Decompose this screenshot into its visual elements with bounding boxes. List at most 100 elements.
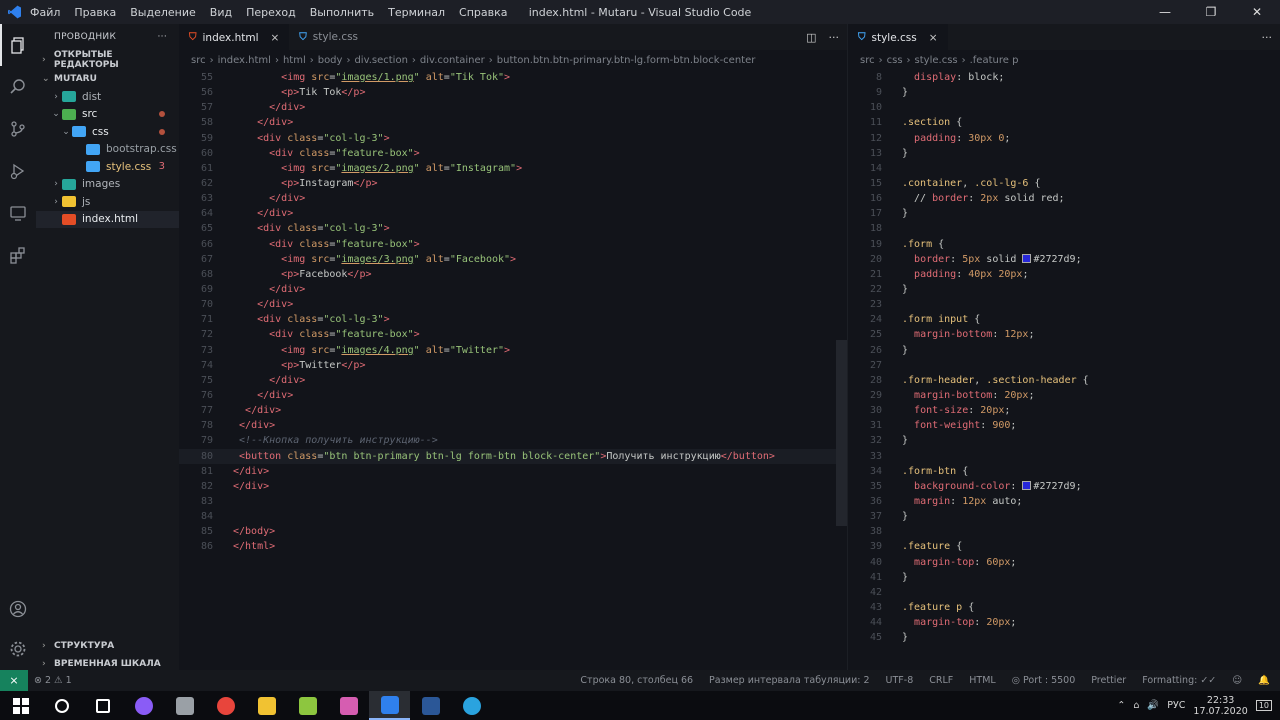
menu-item[interactable]: Файл [30, 6, 60, 19]
split-editor-icon[interactable]: ◫ [806, 31, 816, 44]
code-line[interactable]: 15 .container, .col-lg-6 { [848, 176, 1280, 191]
code-line[interactable]: 76 </div> [179, 388, 847, 403]
code-line[interactable]: 36 margin: 12px auto; [848, 494, 1280, 509]
code-line[interactable]: 35 background-color: #2727d9; [848, 479, 1280, 494]
tree-item[interactable]: index.html [36, 210, 179, 228]
editor-scrollbar[interactable] [836, 340, 847, 526]
problems-indicator[interactable]: ⊗ 2 ⚠ 1 [34, 675, 72, 686]
code-line[interactable]: 31 font-weight: 900; [848, 418, 1280, 433]
code-line[interactable]: 78 </div> [179, 418, 847, 433]
more-actions-icon[interactable]: ··· [1262, 31, 1273, 44]
minimize-button[interactable]: — [1142, 0, 1188, 24]
code-line[interactable]: 75 </div> [179, 373, 847, 388]
search-icon[interactable] [0, 66, 36, 108]
code-line[interactable]: 79 <!--Кнопка получить инструкцию--> [179, 433, 847, 448]
settings-gear-icon[interactable] [0, 628, 36, 670]
structure-section[interactable]: › СТРУКТУРА [36, 636, 179, 655]
code-line[interactable]: 69 </div> [179, 282, 847, 297]
code-line[interactable]: 44 margin-top: 20px; [848, 615, 1280, 630]
code-line[interactable]: 33 [848, 449, 1280, 464]
menu-item[interactable]: Терминал [388, 6, 445, 19]
telegram-icon[interactable] [451, 691, 492, 720]
code-line[interactable]: 77 </div> [179, 403, 847, 418]
code-editor[interactable]: 8 display: block; 9} 10 11 .section {12 padd… [848, 70, 1280, 645]
breadcrumb-item[interactable]: html [283, 55, 306, 66]
task-view-icon[interactable] [82, 691, 123, 720]
more-actions-icon[interactable]: ··· [829, 31, 840, 44]
code-line[interactable]: 43 .feature p { [848, 600, 1280, 615]
code-line[interactable]: 59 <div class="col-lg-3"> [179, 131, 847, 146]
code-line[interactable]: 86 </html> [179, 539, 847, 554]
code-line[interactable]: 24 .form input { [848, 312, 1280, 327]
photos-icon[interactable] [164, 691, 205, 720]
code-line[interactable]: 13} [848, 146, 1280, 161]
run-debug-icon[interactable] [0, 150, 36, 192]
status-item[interactable]: Formatting: ✓✓ [1142, 675, 1216, 686]
status-item[interactable]: ◎ Port : 5500 [1012, 675, 1076, 686]
code-line[interactable]: 70 </div> [179, 297, 847, 312]
code-line[interactable]: 84 [179, 509, 847, 524]
alice-icon[interactable] [123, 691, 164, 720]
search-icon[interactable] [41, 691, 82, 720]
code-line[interactable]: 85 </body> [179, 524, 847, 539]
code-line[interactable]: 17} [848, 206, 1280, 221]
code-line[interactable]: 45} [848, 630, 1280, 645]
close-window-button[interactable]: ✕ [1234, 0, 1280, 24]
code-line[interactable]: 34 .form-btn { [848, 464, 1280, 479]
code-line[interactable]: 11 .section { [848, 115, 1280, 130]
source-control-icon[interactable] [0, 108, 36, 150]
windows-start-icon[interactable] [0, 691, 41, 720]
status-item[interactable]: HTML [969, 675, 995, 686]
code-line[interactable]: 28 .form-header, .section-header { [848, 373, 1280, 388]
code-line[interactable]: 56 <p>Tik Tok</p> [179, 85, 847, 100]
code-line[interactable]: 64 </div> [179, 206, 847, 221]
menu-item[interactable]: Правка [74, 6, 116, 19]
code-line[interactable]: 72 <div class="feature-box"> [179, 327, 847, 342]
menu-item[interactable]: Переход [246, 6, 296, 19]
menu-item[interactable]: Выполнить [310, 6, 374, 19]
extensions-icon[interactable] [0, 234, 36, 276]
status-item[interactable]: Prettier [1091, 675, 1126, 686]
clock[interactable]: 22:33 17.07.2020 [1193, 695, 1247, 717]
status-item[interactable]: ☺ [1232, 675, 1242, 686]
tree-item[interactable]: ⌄ css [36, 123, 179, 141]
code-line[interactable]: 9} [848, 85, 1280, 100]
code-line[interactable]: 82 </div> [179, 479, 847, 494]
breadcrumb-item[interactable]: .feature p [970, 55, 1019, 66]
code-line[interactable]: 55 <img src="images/1.png" alt="Tik Tok"… [179, 70, 847, 85]
code-line[interactable]: 32} [848, 433, 1280, 448]
status-item[interactable]: CRLF [929, 675, 953, 686]
status-item[interactable]: Размер интервала табуляции: 2 [709, 675, 870, 686]
code-line[interactable]: 18 [848, 221, 1280, 236]
explorer-icon[interactable] [246, 691, 287, 720]
code-line[interactable]: 38 [848, 524, 1280, 539]
status-item[interactable]: UTF-8 [886, 675, 914, 686]
remote-icon[interactable]: ⨯ [0, 670, 28, 691]
code-line[interactable]: 22} [848, 282, 1280, 297]
network-icon[interactable]: ⌂ [1133, 700, 1139, 711]
code-line[interactable]: 58 </div> [179, 115, 847, 130]
maximize-button[interactable]: ❐ [1188, 0, 1234, 24]
vscode-icon[interactable] [369, 691, 410, 720]
code-line[interactable]: 74 <p>Twitter</p> [179, 358, 847, 373]
breadcrumb-item[interactable]: div.section [354, 55, 407, 66]
code-editor[interactable]: 55 <img src="images/1.png" alt="Tik Tok"… [179, 70, 847, 555]
code-line[interactable]: 68 <p>Facebook</p> [179, 267, 847, 282]
code-line[interactable]: 30 font-size: 20px; [848, 403, 1280, 418]
code-line[interactable]: 14 [848, 161, 1280, 176]
remote-explorer-icon[interactable] [0, 192, 36, 234]
tree-item[interactable]: style.css 3 [36, 158, 179, 176]
word-icon[interactable] [410, 691, 451, 720]
code-line[interactable]: 25 margin-bottom: 12px; [848, 327, 1280, 342]
breadcrumb-item[interactable]: css [887, 55, 903, 66]
chrome-icon[interactable] [205, 691, 246, 720]
open-editors-section[interactable]: › ОТКРЫТЫЕ РЕДАКТОРЫ [36, 50, 179, 70]
language-indicator[interactable]: РУС [1167, 700, 1185, 711]
paint-icon[interactable] [328, 691, 369, 720]
code-line[interactable]: 40 margin-top: 60px; [848, 555, 1280, 570]
breadcrumb-item[interactable]: button.btn.btn-primary.btn-lg.form-btn.b… [497, 55, 756, 66]
xlsx-icon[interactable] [287, 691, 328, 720]
chevron-up-icon[interactable]: ⌃ [1117, 700, 1125, 711]
more-actions-icon[interactable]: ··· [158, 32, 167, 42]
tree-item[interactable]: › js [36, 193, 179, 211]
